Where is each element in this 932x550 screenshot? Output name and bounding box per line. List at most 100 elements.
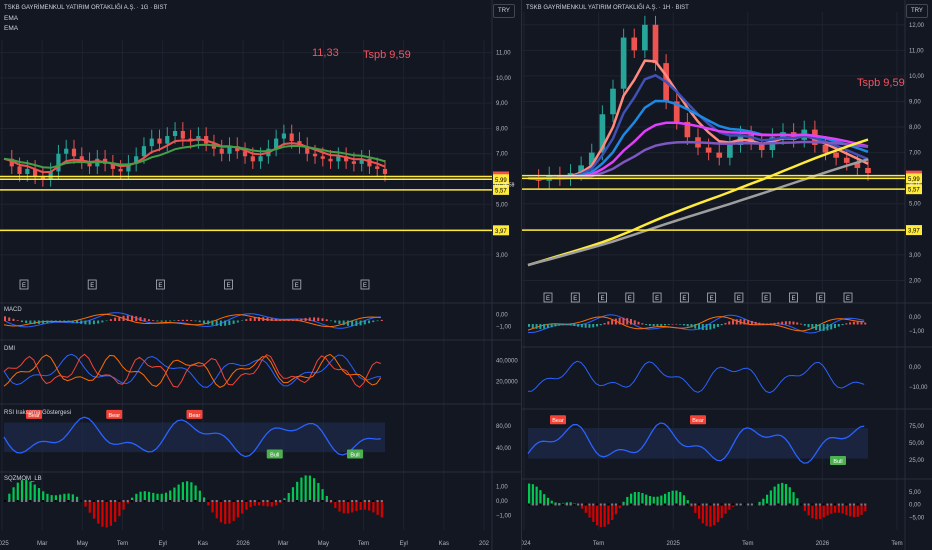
macd-histogram-bar (531, 324, 534, 329)
ema-line (527, 138, 869, 267)
macd-histogram-bar (796, 322, 799, 325)
sqzmom-bar (177, 484, 180, 502)
sqzmom-bar (351, 501, 354, 513)
sqzmom-dot (84, 500, 87, 502)
macd-histogram-bar (622, 317, 625, 325)
right-chart-panel[interactable]: 12,0011,0010,009,008,007,006,005,004,003… (521, 0, 932, 550)
sqzmom-bar (716, 504, 720, 523)
sqzmom-bar (834, 504, 837, 513)
macd-histogram-bar (781, 321, 784, 325)
sqzmom-bar (645, 494, 648, 505)
sqzmom-bar (777, 483, 780, 505)
sqzmom-bar (675, 490, 678, 505)
ema-line (527, 59, 869, 181)
sqzmom-bar (781, 482, 784, 505)
macd-histogram-bar (686, 324, 689, 327)
macd-histogram-bar (164, 320, 167, 322)
sqzmom-dot (713, 503, 716, 506)
macd-histogram-bar (228, 320, 231, 326)
sqzmom-bar (211, 501, 214, 513)
level-tag-text: 5,57 (495, 188, 507, 194)
sqzmom-dot (274, 500, 277, 502)
y-tick-label: 3,00 (909, 253, 921, 259)
sqzmom-dot (716, 503, 719, 506)
sqzmom-dot (539, 503, 542, 506)
sqzmom-dot (109, 500, 112, 502)
sqzmom-bar (291, 487, 295, 502)
sqzmom-dot (258, 500, 260, 502)
sqzmom-dot (224, 500, 227, 502)
macd-histogram-bar (296, 319, 299, 321)
sqzmom-dot (12, 500, 15, 502)
macd-histogram-bar (528, 324, 530, 327)
macd-histogram-bar (773, 322, 776, 325)
macd-histogram-bar (29, 320, 32, 324)
sqzmom-dot (143, 500, 146, 502)
sqzmom-bar (372, 501, 375, 513)
macd-histogram-bar (359, 320, 362, 326)
macd-histogram-bar (42, 320, 45, 324)
macd-histogram-bar (558, 324, 561, 326)
sqzmom-dot (554, 503, 557, 506)
currency-button[interactable]: TRY (493, 4, 515, 18)
macd-histogram-bar (50, 320, 53, 323)
sqzmom-dot (160, 500, 163, 502)
macd-histogram-bar (279, 319, 282, 321)
candle-body (17, 166, 22, 174)
sqzmom-dot (732, 503, 734, 506)
sqzmom-dot (837, 503, 840, 506)
sqzmom-bar (633, 492, 636, 505)
sqzmom-bar (42, 491, 45, 502)
macd-histogram-bar (300, 318, 303, 321)
sqzmom-dot (372, 500, 375, 502)
macd-histogram-bar (815, 324, 818, 330)
ema-line (3, 138, 386, 174)
sqzmom-dot (800, 503, 802, 506)
macd-histogram-bar (864, 322, 867, 325)
left-chart-canvas[interactable]: 11,0010,009,008,007,006,005,004,003,0020… (0, 0, 521, 550)
macd-histogram-bar (837, 324, 840, 327)
macd-histogram-bar (270, 318, 273, 321)
earnings-marker-label: E (158, 283, 162, 289)
macd-histogram-bar (535, 324, 538, 329)
macd-histogram-bar (539, 324, 542, 330)
macd-histogram-bar (724, 322, 727, 325)
macd-histogram-bar (118, 316, 121, 321)
sqzmom-dot (698, 503, 700, 506)
candle-body (705, 147, 712, 153)
sqzmom-dot (236, 500, 239, 502)
sqzmom-bar (105, 501, 108, 528)
y-tick-label: 11,00 (909, 48, 924, 54)
currency-button-right[interactable]: TRY (906, 4, 928, 18)
sqzmom-bar (531, 484, 534, 505)
sqzmom-bar (186, 481, 189, 502)
macd-histogram-bar (156, 320, 159, 322)
macd-histogram-bar (211, 320, 214, 326)
macd-histogram-bar (792, 321, 795, 325)
candle-body (25, 168, 30, 174)
sqzmom-dot (355, 500, 358, 502)
sqzmom-bar (215, 501, 218, 519)
macd-histogram-bar (317, 317, 320, 321)
sqzmom-dot (190, 500, 193, 502)
x-tick-label: Tem (117, 541, 128, 547)
earnings-marker-label: E (764, 296, 768, 302)
sqzmom-bar (334, 501, 337, 509)
candle-body (312, 153, 318, 157)
y-tick-label: 9,00 (496, 101, 508, 107)
macd-histogram-bar (845, 323, 848, 325)
macd-histogram-bar (88, 320, 91, 325)
sqzmom-bar (97, 501, 100, 524)
left-chart-panel[interactable]: 11,0010,009,008,007,006,005,004,003,0020… (0, 0, 521, 550)
candle-body (165, 136, 170, 144)
macd-label: MACD (4, 307, 22, 313)
candle-body (631, 37, 638, 51)
earnings-marker-label: E (573, 296, 577, 302)
macd-histogram-bar (701, 324, 704, 331)
sqzmom-dot (841, 503, 844, 506)
macd-histogram-bar (750, 320, 753, 325)
macd-histogram-bar (754, 321, 757, 325)
sqzmom-dot (792, 503, 795, 506)
sqzmom-dot (304, 500, 307, 502)
macd-histogram-bar (372, 320, 375, 323)
